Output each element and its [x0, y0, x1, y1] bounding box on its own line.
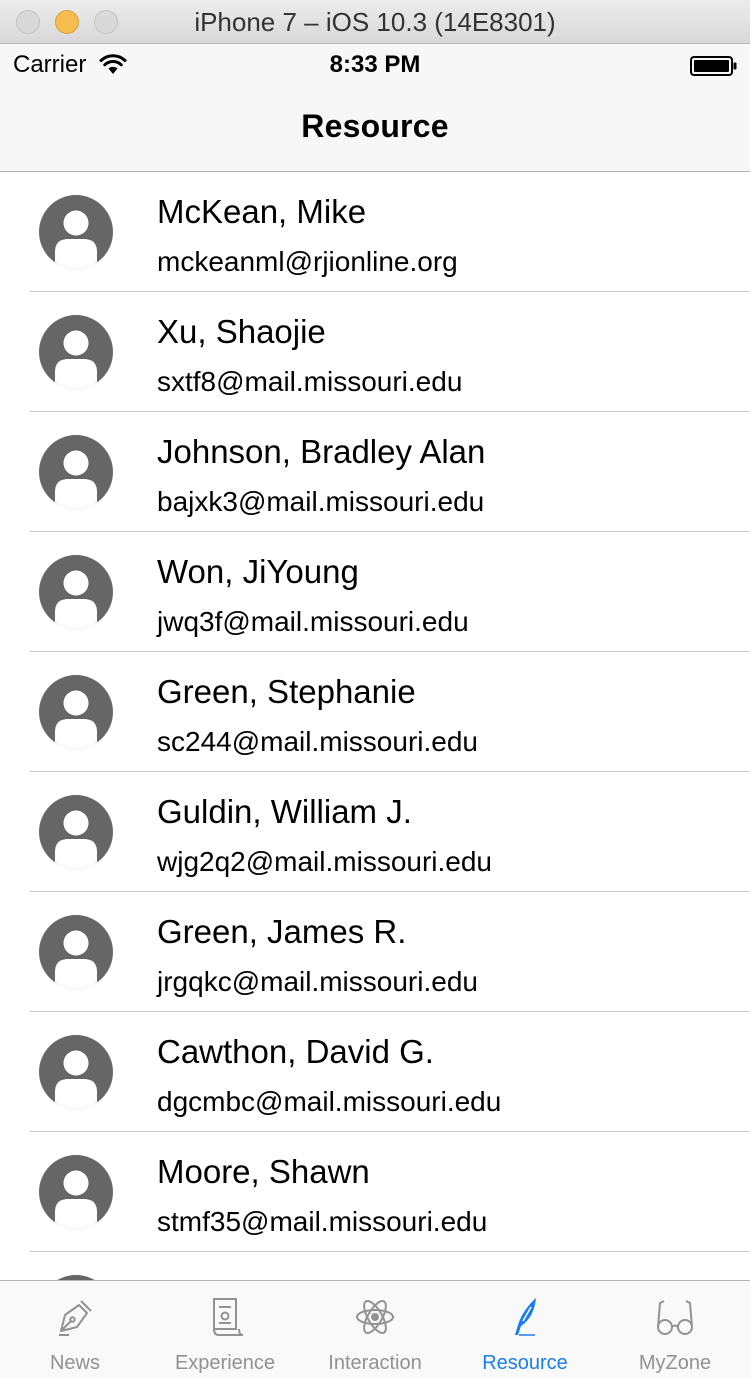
tab-label: MyZone: [638, 1352, 712, 1374]
tab-label: News: [49, 1352, 100, 1374]
atom-icon: [356, 1300, 394, 1334]
tab-bar: News Experience Interaction Resource MyZ…: [0, 1280, 750, 1378]
tab-experience[interactable]: Experience: [150, 1281, 300, 1379]
contact-email: jwq3f@mail.missouri.edu: [157, 606, 469, 637]
tab-myzone[interactable]: MyZone: [600, 1281, 750, 1379]
list-item[interactable]: McKean, Mike mckeanml@rjionline.org: [0, 172, 750, 292]
contact-name: Xu, Shaojie: [157, 313, 326, 350]
contact-email: sxtf8@mail.missouri.edu: [157, 366, 463, 397]
glasses-icon: [657, 1300, 693, 1335]
list-item[interactable]: Green, Stephanie sc244@mail.missouri.edu: [0, 652, 750, 772]
avatar-icon: [39, 555, 113, 629]
avatar-icon: [39, 1155, 113, 1229]
tab-label: Experience: [174, 1352, 276, 1374]
avatar-icon: [39, 435, 113, 509]
contact-name: Cawthon, David G.: [157, 1033, 434, 1070]
contact-name: McKean, Mike: [157, 193, 367, 230]
contact-email: mckeanml@rjionline.org: [157, 246, 458, 277]
contact-name: Won, JiYoung: [157, 553, 359, 590]
avatar-icon: [39, 795, 113, 869]
window-title: iPhone 7 – iOS 10.3 (14E8301): [194, 7, 556, 37]
contact-name: Moore, Shawn: [157, 1153, 370, 1190]
contact-name: Green, Stephanie: [157, 673, 416, 710]
avatar-icon: [39, 315, 113, 389]
pen-nib-icon: [59, 1300, 92, 1336]
contact-email: sc244@mail.missouri.edu: [157, 726, 478, 757]
tab-label: Resource: [482, 1352, 568, 1374]
status-bar: Carrier 8:33 PM: [0, 44, 750, 84]
page-title: Resource: [301, 108, 449, 144]
tab-resource[interactable]: Resource: [450, 1281, 600, 1379]
avatar-icon: [39, 915, 113, 989]
contact-name: Guldin, William J.: [157, 793, 412, 830]
contact-email: jrgqkc@mail.missouri.edu: [157, 966, 478, 997]
battery-icon: [690, 56, 737, 76]
simulator-titlebar: iPhone 7 – iOS 10.3 (14E8301): [0, 0, 750, 44]
status-time: 8:33 PM: [329, 51, 421, 78]
list-item[interactable]: Xu, Shaojie sxtf8@mail.missouri.edu: [0, 292, 750, 412]
navigation-bar: Resource: [0, 84, 750, 172]
tab-news[interactable]: News: [0, 1281, 150, 1379]
contact-name: Johnson, Bradley Alan: [157, 433, 486, 470]
contact-email: stmf35@mail.missouri.edu: [157, 1206, 488, 1237]
quill-icon: [515, 1298, 536, 1336]
tab-label: Interaction: [328, 1352, 422, 1374]
tab-interaction[interactable]: Interaction: [300, 1281, 450, 1379]
avatar-icon: [39, 1035, 113, 1109]
resource-list[interactable]: McKean, Mike mckeanml@rjionline.org Xu, …: [0, 172, 750, 1280]
contact-email: wjg2q2@mail.missouri.edu: [157, 846, 493, 877]
contact-email: dgcmbc@mail.missouri.edu: [157, 1086, 502, 1117]
list-item[interactable]: [0, 1252, 750, 1280]
contact-name: Green, James R.: [157, 913, 407, 950]
list-item[interactable]: Johnson, Bradley Alan bajxk3@mail.missou…: [0, 412, 750, 532]
list-item[interactable]: Moore, Shawn stmf35@mail.missouri.edu: [0, 1132, 750, 1252]
contact-email: bajxk3@mail.missouri.edu: [157, 486, 485, 517]
list-item[interactable]: Cawthon, David G. dgcmbc@mail.missouri.e…: [0, 1012, 750, 1132]
list-item[interactable]: Won, JiYoung jwq3f@mail.missouri.edu: [0, 532, 750, 652]
avatar-icon: [39, 195, 113, 269]
list-item[interactable]: Guldin, William J. wjg2q2@mail.missouri.…: [0, 772, 750, 892]
avatar-icon: [39, 675, 113, 749]
certificate-icon: [213, 1298, 244, 1336]
list-item[interactable]: Green, James R. jrgqkc@mail.missouri.edu: [0, 892, 750, 1012]
